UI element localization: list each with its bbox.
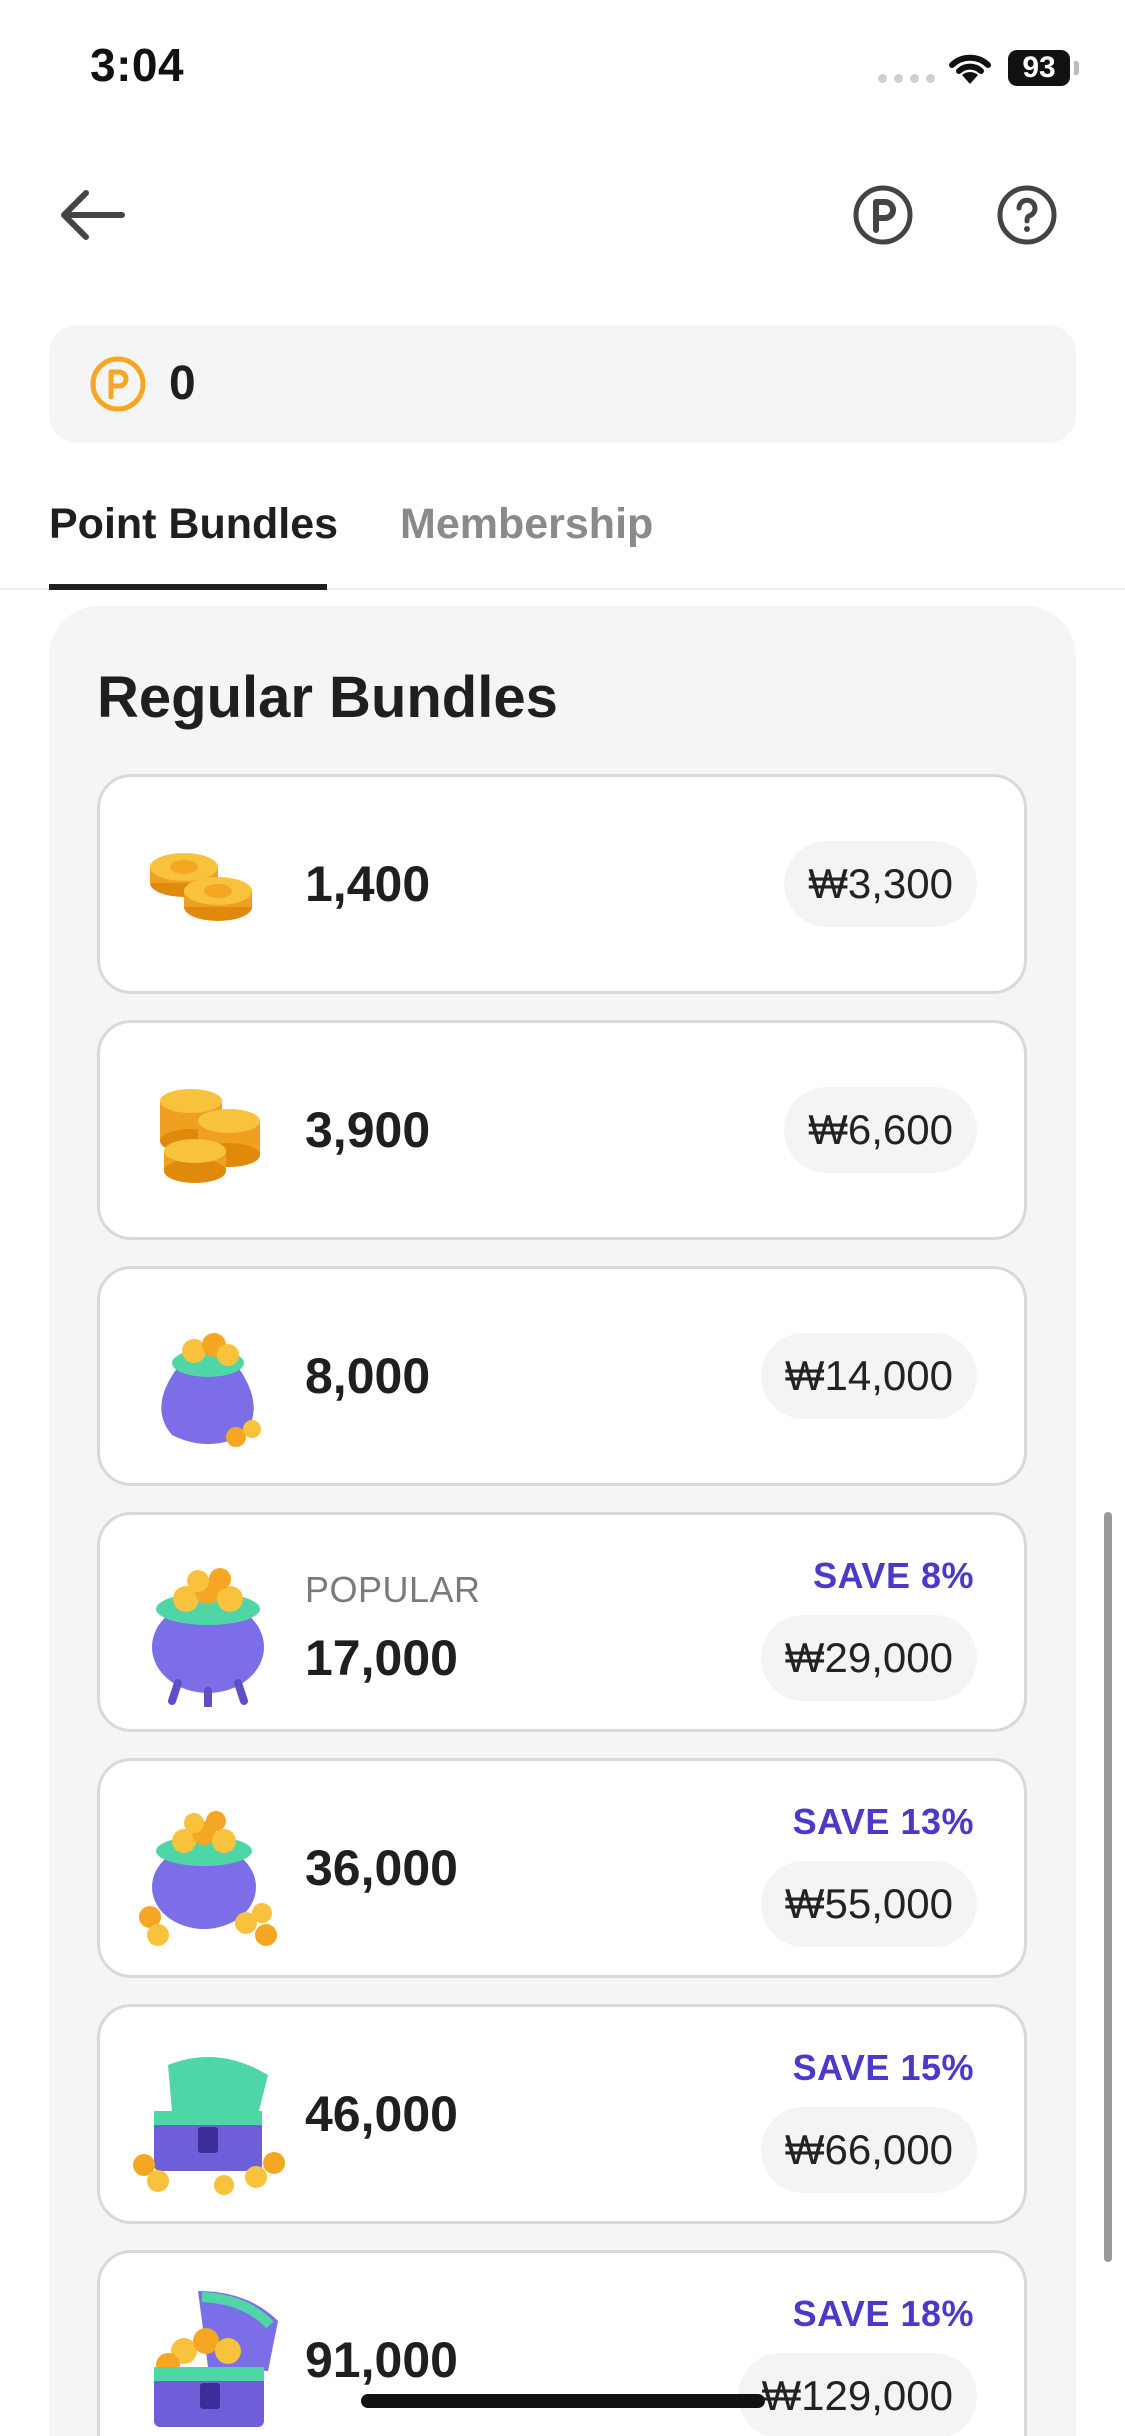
coin-cauldron-icon [152,1568,264,1707]
bundle-46000[interactable]: 46,000 SAVE 15% ₩66,000 [97,2004,1027,2224]
save-badge: SAVE 8% [813,1555,974,1596]
question-circle-icon[interactable] [996,184,1058,246]
bundle-1400[interactable]: 1,400 ₩3,300 [97,774,1027,994]
bundle-17000[interactable]: POPULAR 17,000 SAVE 8% ₩29,000 [97,1512,1027,1732]
cellular-signal-icon [878,74,935,83]
regular-bundles-section: Regular Bundles 1,400 ₩3,300 3,900 ₩6,60… [49,606,1076,2436]
status-bar: 3:04 93 [0,0,1125,140]
save-badge: SAVE 13% [792,1801,974,1842]
popular-tag: POPULAR [305,1569,481,1610]
price-button[interactable]: ₩14,000 [760,1333,977,1419]
bundle-amount: 3,900 [305,1102,431,1158]
section-title: Regular Bundles [97,665,558,730]
treasure-chest-icon [133,2057,285,2195]
price-button[interactable]: ₩66,000 [760,2107,977,2193]
coin-pouch-icon [161,1333,261,1447]
treasure-chest-large-icon [154,2291,278,2427]
price-button[interactable]: ₩55,000 [760,1861,977,1947]
tab-membership[interactable]: Membership [400,500,653,549]
save-badge: SAVE 15% [792,2047,974,2088]
coin-stack-small-icon [150,853,252,921]
nav-bar [0,160,1125,270]
bundle-amount: 17,000 [305,1630,458,1686]
status-time: 3:04 [90,39,185,91]
back-arrow-icon[interactable] [56,185,128,245]
price-button[interactable]: ₩29,000 [760,1615,977,1701]
points-p-icon[interactable] [852,184,914,246]
scrollbar[interactable] [1104,1512,1112,2262]
battery-icon: 93 [1008,50,1070,86]
battery-tip [1074,61,1079,75]
bundle-8000[interactable]: 8,000 ₩14,000 [97,1266,1027,1486]
bundle-amount: 91,000 [305,2332,458,2388]
tab-bar: Point Bundles Membership [0,480,1125,590]
points-balance: 0 [49,325,1076,443]
bundle-3900[interactable]: 3,900 ₩6,600 [97,1020,1027,1240]
bundle-amount: 1,400 [305,856,431,912]
bundle-amount: 46,000 [305,2086,458,2142]
balance-value: 0 [169,357,196,410]
bundle-91000[interactable]: 91,000 SAVE 18% ₩129,000 [97,2250,1027,2436]
bundle-amount: 36,000 [305,1840,458,1896]
bundle-amount: 8,000 [305,1348,431,1404]
price-button[interactable]: ₩6,600 [784,1087,977,1173]
home-indicator[interactable] [361,2394,765,2408]
coin-stack-medium-icon [160,1089,260,1183]
price-button[interactable]: ₩129,000 [737,2353,977,2436]
price-button[interactable]: ₩3,300 [784,841,977,927]
save-badge: SAVE 18% [792,2293,974,2334]
tab-point-bundles[interactable]: Point Bundles [49,500,338,590]
bundle-36000[interactable]: 36,000 SAVE 13% ₩55,000 [97,1758,1027,1978]
wifi-icon [949,54,991,84]
coin-cauldron-overflow-icon [139,1811,277,1946]
point-coin-icon [90,356,146,412]
